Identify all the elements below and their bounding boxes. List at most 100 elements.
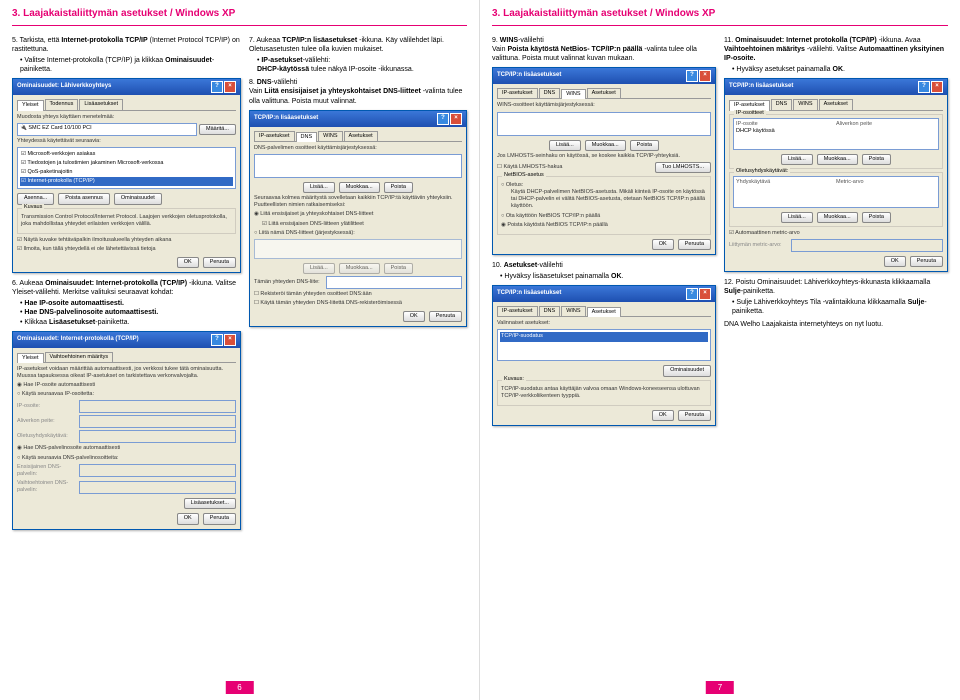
use-suffix-checkbox[interactable]: Käytä tämän yhteyden DNS-liitettä DNS-re… (254, 300, 462, 307)
list-item[interactable]: Tiedostojen ja tulostimien jakaminen Mic… (20, 159, 233, 168)
tab-options[interactable]: Asetukset (587, 307, 621, 317)
ok-button[interactable]: OK (884, 256, 906, 267)
dns-list[interactable] (254, 154, 462, 178)
remove-button: Poista (384, 263, 413, 274)
ok-button[interactable]: OK (652, 239, 674, 250)
tab-options[interactable]: Asetukset (344, 131, 378, 141)
auto-metric-checkbox[interactable]: Automaattinen metric-arvo (729, 230, 943, 237)
step6-bullet: Hae DNS-palvelinosoite automaattisesti. (20, 308, 241, 317)
step6-bullet: Klikkaa Lisäasetukset-painiketta. (20, 318, 241, 327)
static-dns-radio[interactable]: Käytä seuraavia DNS-palvelinosoitteita: (17, 455, 236, 462)
list-item[interactable]: Microsoft-verkkojen asiakas (20, 150, 233, 159)
tab-dns[interactable]: DNS (539, 306, 561, 316)
cancel-button[interactable]: Peruuta (678, 239, 711, 250)
tab-ip[interactable]: IP-asetukset (254, 131, 295, 141)
edit-button[interactable]: Muokkaa... (339, 182, 380, 193)
add-button[interactable]: Lisää... (781, 212, 813, 223)
window-title: Ominaisuudet: Internet-protokolla (TCP/I… (17, 336, 139, 344)
suffix-list[interactable] (254, 239, 462, 259)
tab-dns[interactable]: DNS (539, 88, 561, 98)
dns2-label: Vaihtoehtoinen DNS-palvelin: (17, 480, 77, 494)
ok-button[interactable]: OK (177, 257, 199, 268)
tab-wins[interactable]: WINS (561, 89, 585, 99)
suffix-field[interactable] (326, 276, 462, 289)
list-item[interactable]: Internet-protokolla (TCP/IP) (20, 177, 233, 186)
cancel-button[interactable]: Peruuta (203, 513, 236, 524)
tab-wins[interactable]: WINS (318, 131, 342, 141)
add-button[interactable]: Lisää... (303, 182, 335, 193)
tab-dns[interactable]: DNS (771, 99, 793, 109)
remove-button[interactable]: Poista (630, 140, 659, 151)
window-buttons[interactable]: ?× (436, 113, 462, 125)
dns2-field (79, 481, 236, 494)
window-buttons[interactable]: ?× (917, 81, 943, 93)
gateway-group: Oletusyhdyskäytävät: (734, 168, 790, 175)
netbios-enable-radio[interactable]: Ota käyttöön NetBIOS TCP/IP:n päällä (501, 213, 707, 220)
remove-button[interactable]: Poista (862, 154, 891, 165)
tab-wins[interactable]: WINS (793, 99, 817, 109)
lan-properties-window: Ominaisuudet: Lähiverkkoyhteys ?× Yleise… (12, 78, 241, 273)
list-item: DHCP käytössä (736, 128, 936, 135)
edit-button[interactable]: Muokkaa... (817, 212, 858, 223)
list-item[interactable]: QoS-paketinajoitin (20, 168, 233, 177)
ok-button[interactable]: OK (403, 311, 425, 322)
show-icon-checkbox[interactable]: Näytä kuvake tehtäväpalkin ilmoitusaluee… (17, 237, 236, 244)
tab-dns[interactable]: DNS (296, 132, 318, 142)
edit-button[interactable]: Muokkaa... (585, 140, 626, 151)
remove-button[interactable]: Poista (384, 182, 413, 193)
tab-ip[interactable]: IP-asetukset (497, 88, 538, 98)
these-dns-radio[interactable]: Liitä nämä DNS-liitteet (järjestyksessä)… (254, 230, 462, 237)
lmhosts-checkbox[interactable]: Käytä LMHOSTS-hakua (497, 164, 653, 171)
wins-list[interactable] (497, 112, 711, 136)
ok-button[interactable]: OK (177, 513, 199, 524)
components-list[interactable]: Microsoft-verkkojen asiakas Tiedostojen … (17, 147, 236, 190)
ip-addr-list[interactable]: IP-osoiteAliverkon peite DHCP käytössä (733, 118, 939, 150)
edit-button[interactable]: Muokkaa... (817, 154, 858, 165)
window-buttons[interactable]: ?× (685, 288, 711, 300)
import-lmhosts-button[interactable]: Tuo LMHOSTS... (655, 162, 711, 173)
parent-suffix-checkbox[interactable]: Liitä ensisijaisen DNS-liitteen ylätilit… (262, 221, 462, 228)
cancel-button[interactable]: Peruuta (910, 256, 943, 267)
properties-button[interactable]: Ominaisuudet (663, 365, 711, 376)
cancel-button[interactable]: Peruuta (203, 257, 236, 268)
tab-general[interactable]: Yleiset (17, 100, 44, 110)
tab-ip[interactable]: IP-asetukset (497, 306, 538, 316)
auto-ip-radio[interactable]: Hae IP-osoite automaattisesti (17, 382, 236, 389)
configure-button[interactable]: Määritä... (199, 124, 236, 135)
gateway-list[interactable]: YhdyskäytäväMetric-arvo (733, 176, 939, 208)
cancel-button[interactable]: Peruuta (678, 410, 711, 421)
tab-general[interactable]: Yleiset (17, 353, 44, 363)
window-buttons[interactable]: ?× (685, 70, 711, 82)
list-item[interactable]: TCP/IP-suodatus (500, 332, 708, 341)
ip-addr-group: IP-osoitteet (734, 110, 766, 117)
desc-group-title: Kuvaus: (502, 376, 526, 383)
tab-advanced[interactable]: Lisäasetukset (79, 99, 123, 109)
window-buttons[interactable]: ?× (210, 81, 236, 93)
auto-dns-radio[interactable]: Hae DNS-palvelinosoite automaattisesti (17, 445, 236, 452)
ip-field (79, 400, 236, 413)
tab-options[interactable]: Asetukset (587, 88, 621, 98)
options-list[interactable]: TCP/IP-suodatus (497, 329, 711, 361)
static-ip-radio[interactable]: Käytä seuraavaa IP-osoitetta: (17, 391, 236, 398)
register-dns-checkbox[interactable]: Rekisteröi tämän yhteyden osoitteet DNS:… (254, 291, 462, 298)
dns1-field (79, 464, 236, 477)
tab-auth[interactable]: Todennus (45, 99, 79, 109)
properties-button[interactable]: Ominaisuudet (114, 193, 162, 204)
ok-button[interactable]: OK (652, 410, 674, 421)
optional-label: Valinnaiset asetukset: (497, 320, 711, 327)
primary-dns-radio[interactable]: Liitä ensisijaiset ja yhteyskohtaiset DN… (254, 211, 462, 218)
tab-alternate[interactable]: Vaihtoehtoinen määritys (45, 352, 114, 362)
advanced-button[interactable]: Lisäasetukset... (184, 498, 236, 509)
add-button[interactable]: Lisää... (781, 154, 813, 165)
window-buttons[interactable]: ?× (210, 334, 236, 346)
step11-text: 11. Ominaisuudet: Internet protokolla (T… (724, 36, 948, 63)
netbios-disable-radio[interactable]: Poista käytöstä NetBIOS TCP/IP:n päällä (501, 222, 707, 229)
uninstall-button[interactable]: Poista asennus (58, 193, 110, 204)
notify-checkbox[interactable]: Ilmoita, kun tällä yhteydellä ei ole läh… (17, 246, 236, 253)
remove-button[interactable]: Poista (862, 212, 891, 223)
cancel-button[interactable]: Peruuta (429, 311, 462, 322)
add-button[interactable]: Lisää... (549, 140, 581, 151)
netbios-default-radio[interactable]: Oletus: Käytä DHCP-palvelimen NetBIOS-as… (501, 182, 707, 211)
tab-options[interactable]: Asetukset (819, 99, 853, 109)
tab-wins[interactable]: WINS (561, 306, 585, 316)
